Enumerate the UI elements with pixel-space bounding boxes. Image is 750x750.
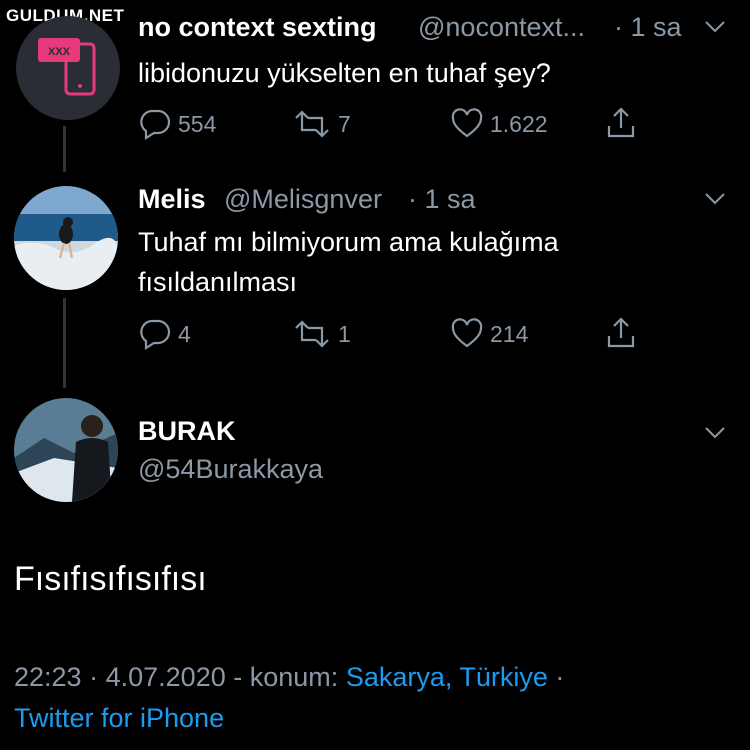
reply-icon [140, 319, 171, 350]
avatar-label: XXX [48, 46, 71, 58]
retweet-icon [295, 110, 329, 138]
tweet2-author-name[interactable]: Melis [138, 184, 206, 215]
tweet1-reply-count: 554 [178, 110, 217, 137]
tweet1-text: libidonuzu yükselten en tuhaf şey? [138, 58, 551, 88]
tweet1-retweet-count: 7 [338, 110, 351, 137]
tweet2-text-line1: Tuhaf mı bilmiyorum ama kulağıma [138, 227, 559, 257]
tweet1-retweet-button[interactable]: 7 [292, 108, 351, 140]
tweet3-date: 4.07.2020 [105, 662, 226, 692]
tweet3-menu-chevron-icon[interactable] [704, 426, 726, 445]
thread-line [63, 298, 66, 388]
person-photo-icon [14, 398, 118, 502]
reply-icon [140, 109, 171, 140]
heart-icon [451, 108, 483, 138]
tweet2-reply-count: 4 [178, 320, 191, 347]
separator-dot: · [89, 662, 99, 692]
tweet1-author-name[interactable]: no context sexting [138, 12, 377, 43]
avatar-melis[interactable] [14, 186, 118, 290]
phone-xxx-icon: XXX [38, 38, 96, 96]
tweet2-retweet-count: 1 [338, 320, 351, 347]
tweet2-retweet-button[interactable]: 1 [292, 318, 351, 350]
tweet1-like-button[interactable]: 1.622 [450, 108, 548, 140]
tweet3-time: 22:23 [14, 662, 82, 692]
tweet3-meta: 22:23 · 4.07.2020 - konum: Sakarya, Türk… [14, 662, 564, 693]
tweet2-like-count: 214 [490, 320, 529, 347]
tweet1-time: · 1 sa [614, 12, 682, 42]
tweet1-share-button[interactable] [604, 106, 644, 140]
share-icon [607, 107, 635, 138]
tweet2-author-handle[interactable]: @Melisgnver [224, 184, 382, 215]
tweet2-menu-chevron-icon[interactable] [704, 192, 726, 211]
beach-photo-icon [14, 186, 118, 290]
tweet1-menu-chevron-icon[interactable] [704, 20, 726, 39]
separator-dot: · [555, 662, 565, 692]
tweet2-time: · 1 sa [408, 184, 476, 214]
share-icon [607, 317, 635, 348]
tweet3-text: Fısıfısıfısıfısı [14, 560, 207, 598]
location-label: - konum: [233, 662, 339, 692]
tweet1-author-handle[interactable]: @nocontext... [418, 12, 585, 43]
retweet-icon [295, 320, 329, 348]
thread-line [63, 126, 66, 172]
tweet2-like-button[interactable]: 214 [450, 318, 528, 350]
tweet1-like-count: 1.622 [490, 110, 548, 137]
tweet2-share-button[interactable] [604, 316, 644, 350]
tweet3-author-handle[interactable]: @54Burakkaya [138, 454, 323, 485]
tweet3-author-name[interactable]: BURAK [138, 416, 236, 447]
source-link[interactable]: Twitter for iPhone [14, 703, 224, 734]
tweet2-reply-button[interactable]: 4 [138, 318, 191, 350]
heart-icon [451, 318, 483, 348]
tweet1-reply-button[interactable]: 554 [138, 108, 216, 140]
avatar-burak[interactable] [14, 398, 118, 502]
tweet2-text-line2: fısıldanılması [138, 267, 298, 297]
location-link[interactable]: Sakarya, Türkiye [346, 662, 548, 692]
avatar-nocontext[interactable]: XXX [16, 16, 120, 120]
